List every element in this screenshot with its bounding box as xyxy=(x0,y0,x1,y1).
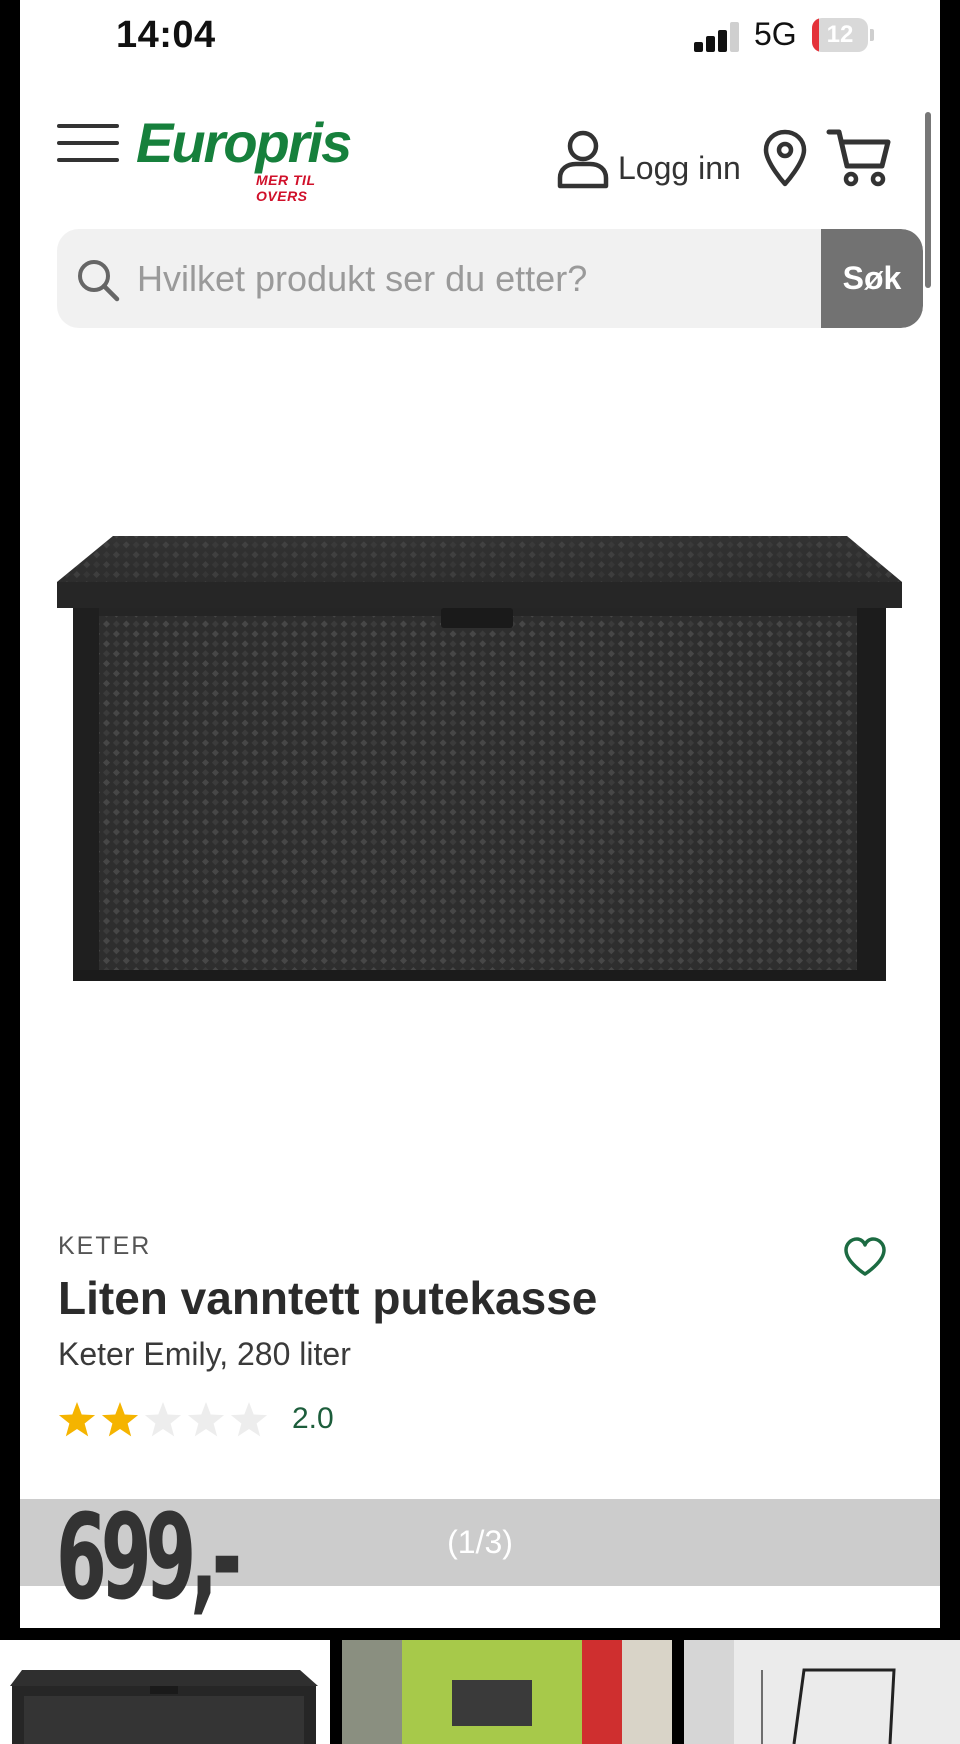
star-icon xyxy=(101,1402,139,1437)
europris-logo[interactable]: Europris MER TIL OVERS xyxy=(136,110,366,204)
status-time: 14:04 xyxy=(116,14,216,56)
status-bar: 14:04 5G 12 xyxy=(20,0,940,74)
app-screen: 14:04 5G 12 Europris MER TIL OVERS Logg … xyxy=(20,0,940,1628)
star-icon xyxy=(187,1402,225,1437)
shopping-cart-icon[interactable] xyxy=(826,126,892,188)
star-icon xyxy=(230,1402,268,1437)
logo-tagline: MER TIL OVERS xyxy=(256,172,316,204)
battery-icon: 12 xyxy=(812,18,868,52)
search-input[interactable] xyxy=(137,229,777,328)
login-link[interactable]: Logg inn xyxy=(618,150,741,187)
user-icon[interactable] xyxy=(556,128,610,190)
thumbnail-2[interactable] xyxy=(342,1640,672,1744)
star-icon xyxy=(144,1402,182,1437)
product-image[interactable] xyxy=(57,530,903,990)
signal-icon xyxy=(694,20,742,52)
product-price: 699,- xyxy=(56,1488,242,1626)
thumbnail-3-image xyxy=(684,1640,960,1744)
product-subtitle: Keter Emily, 280 liter xyxy=(58,1336,351,1372)
search-icon xyxy=(78,260,120,302)
battery-cap xyxy=(870,29,874,41)
hamburger-icon[interactable] xyxy=(57,120,119,166)
network-type: 5G xyxy=(754,16,797,52)
map-pin-icon[interactable] xyxy=(762,128,808,188)
heart-icon[interactable] xyxy=(842,1236,888,1278)
star-icon xyxy=(58,1402,96,1437)
page-scrollbar[interactable] xyxy=(925,112,931,288)
thumbnail-1[interactable] xyxy=(0,1640,330,1744)
thumbnail-1-image xyxy=(0,1640,330,1744)
rating-value[interactable]: 2.0 xyxy=(292,1402,334,1436)
battery-level: 12 xyxy=(826,21,854,48)
product-brand[interactable]: KETER xyxy=(58,1232,151,1261)
thumbnail-2-image xyxy=(342,1640,672,1744)
product-title: Liten vanntett putekasse xyxy=(58,1272,598,1324)
star-rating[interactable] xyxy=(58,1398,272,1442)
thumbnail-3[interactable] xyxy=(684,1640,960,1744)
search-bar: Søk xyxy=(57,229,923,328)
logo-wordmark: Europris xyxy=(136,111,352,174)
search-button[interactable]: Søk xyxy=(821,229,923,328)
thumbnail-strip xyxy=(0,1640,960,1744)
